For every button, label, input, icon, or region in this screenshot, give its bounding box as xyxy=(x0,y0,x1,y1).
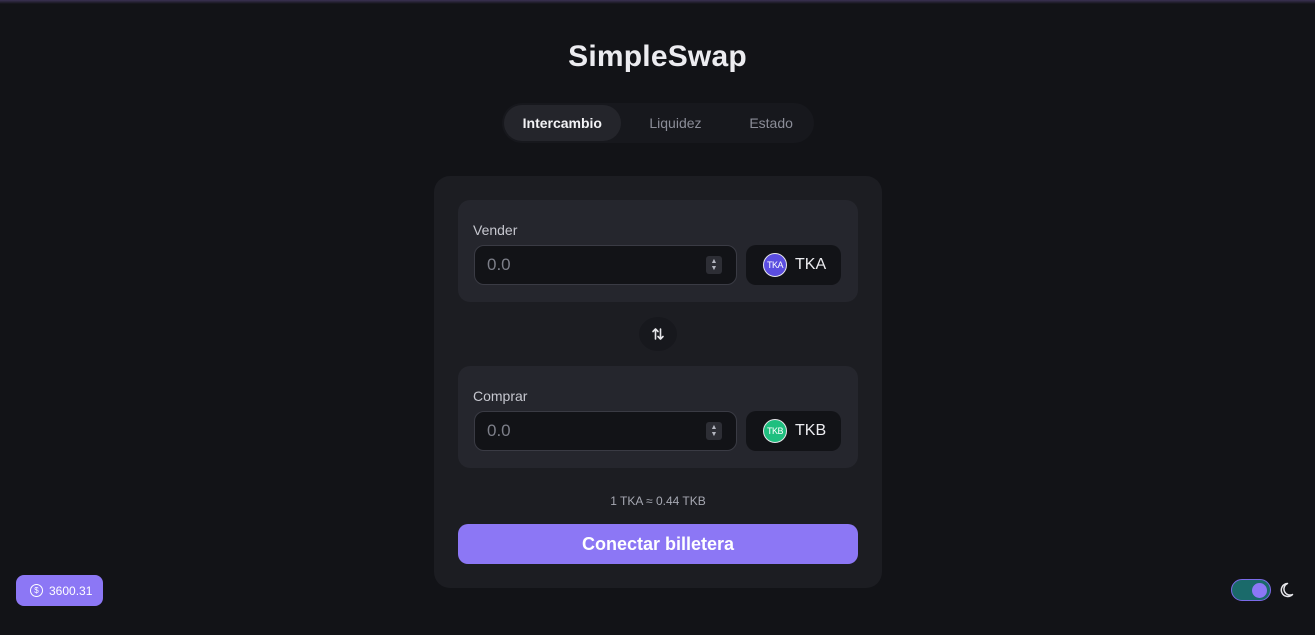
buy-amount-stepper[interactable]: ▲ ▼ xyxy=(706,422,722,440)
buy-token-symbol: TKB xyxy=(795,422,827,439)
connect-wallet-button[interactable]: Conectar billetera xyxy=(458,524,858,564)
balance-badge[interactable]: $ 3600.31 xyxy=(16,575,103,606)
app-title: SimpleSwap xyxy=(568,40,747,73)
buy-label: Comprar xyxy=(473,388,528,404)
buy-token-selector[interactable]: TKB TKB xyxy=(746,411,841,451)
top-accent-bar xyxy=(0,0,1315,4)
sell-token-symbol: TKA xyxy=(795,256,827,273)
tab-intercambio[interactable]: Intercambio xyxy=(504,105,621,141)
switch-tokens-button[interactable] xyxy=(639,317,677,351)
balance-value: 3600.31 xyxy=(49,583,93,598)
sell-panel: Vender ▲ ▼ TKA TKA xyxy=(458,200,858,302)
sell-amount-stepper[interactable]: ▲ ▼ xyxy=(706,256,722,274)
toggle-knob xyxy=(1252,583,1267,598)
buy-panel: Comprar ▲ ▼ TKB TKB xyxy=(458,366,858,468)
swap-card: Vender ▲ ▼ TKA TKA Comprar ▲ ▼ TKB TKB 1… xyxy=(434,176,882,588)
token-logo-tka: TKA xyxy=(763,253,787,277)
chevron-down-icon[interactable]: ▼ xyxy=(711,431,718,438)
sell-token-selector[interactable]: TKA TKA xyxy=(746,245,841,285)
main-tabs: Intercambio Liquidez Estado xyxy=(502,103,814,143)
tab-liquidez[interactable]: Liquidez xyxy=(621,105,731,141)
moon-icon[interactable] xyxy=(1280,581,1298,599)
chevron-up-icon[interactable]: ▲ xyxy=(711,258,718,265)
dollar-coin-icon: $ xyxy=(30,584,43,597)
buy-amount-input[interactable] xyxy=(474,411,737,451)
swap-vertical-arrows-icon xyxy=(652,328,664,340)
tab-estado[interactable]: Estado xyxy=(730,105,812,141)
chevron-down-icon[interactable]: ▼ xyxy=(711,265,718,272)
chevron-up-icon[interactable]: ▲ xyxy=(711,424,718,431)
theme-toggle[interactable] xyxy=(1231,579,1271,601)
sell-label: Vender xyxy=(473,222,518,238)
token-logo-tkb: TKB xyxy=(763,419,787,443)
exchange-rate: 1 TKA ≈ 0.44 TKB xyxy=(610,494,706,508)
sell-amount-input[interactable] xyxy=(474,245,737,285)
